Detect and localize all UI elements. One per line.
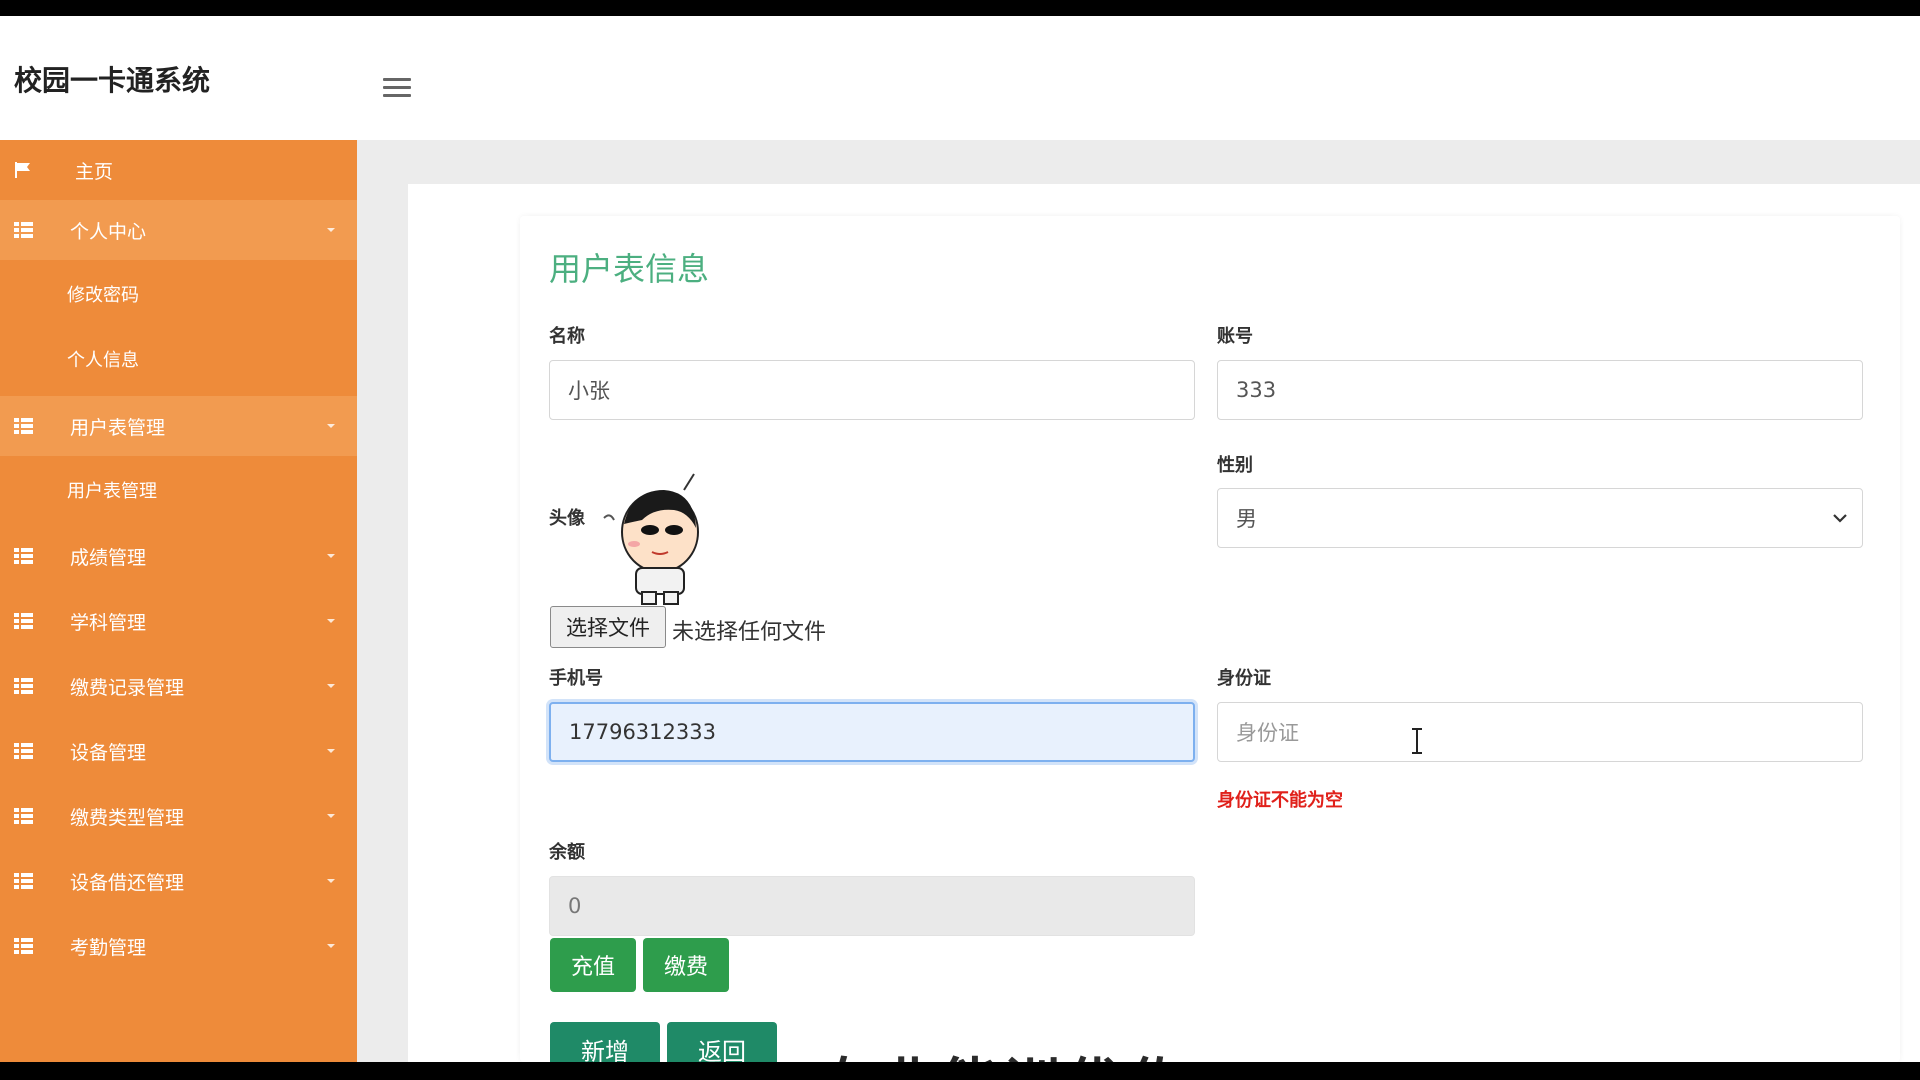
balance-value: 0 (568, 894, 582, 918)
chevron-down-icon (327, 879, 335, 883)
sidebar-item-user-table[interactable]: 用户表管理 (0, 460, 357, 520)
id-card-placeholder: 身份证 (1236, 721, 1299, 745)
chevron-down-icon (327, 424, 335, 428)
sidebar-item-label: 设备管理 (70, 741, 147, 764)
gender-label: 性别 (1217, 455, 1253, 476)
name-label: 名称 (549, 326, 585, 347)
grid-icon (14, 222, 33, 238)
chevron-down-icon (327, 619, 335, 623)
back-button[interactable]: 返回 (667, 1022, 777, 1062)
sidebar-item-label: 缴费记录管理 (70, 676, 185, 699)
text-cursor-icon (1412, 728, 1422, 754)
avatar (603, 473, 699, 605)
sidebar-item-subjects[interactable]: 学科管理 (0, 591, 357, 651)
sidebar-item-device-borrow[interactable]: 设备借还管理 (0, 851, 357, 911)
balance-input: 0 (549, 876, 1195, 936)
sidebar-item-label: 个人信息 (67, 350, 139, 371)
grid-icon (14, 678, 33, 694)
grid-icon (14, 743, 33, 759)
avatar-label: 头像 (549, 508, 585, 529)
id-card-input[interactable]: 身份证 (1217, 702, 1863, 762)
sidebar-item-personal-info[interactable]: 个人信息 (0, 329, 357, 389)
grid-icon (14, 613, 33, 629)
sidebar-item-label: 用户表管理 (70, 416, 166, 439)
account-label: 账号 (1217, 326, 1253, 347)
chevron-down-icon (327, 944, 335, 948)
gender-select[interactable]: 男 (1217, 488, 1863, 548)
account-value: 333 (1236, 378, 1277, 402)
sidebar-item-label: 设备借还管理 (70, 871, 185, 894)
file-status-text: 未选择任何文件 (672, 620, 827, 645)
sidebar-item-label: 考勤管理 (70, 936, 147, 959)
sidebar-item-label: 修改密码 (67, 285, 139, 306)
gender-value: 男 (1236, 507, 1257, 531)
video-letterbox (0, 1062, 1920, 1080)
chevron-down-icon (327, 228, 335, 232)
sidebar-item-label: 成绩管理 (70, 546, 147, 569)
flag-icon (15, 162, 30, 178)
sidebar-item-label: 个人中心 (70, 220, 147, 243)
sidebar-item-payment-records[interactable]: 缴费记录管理 (0, 656, 357, 716)
top-header: 校园一卡通系统 (0, 16, 1920, 140)
sidebar-item-attendance[interactable]: 考勤管理 (0, 916, 357, 976)
chevron-down-icon (327, 814, 335, 818)
name-value: 小张 (568, 379, 610, 403)
grid-icon (14, 808, 33, 824)
sidebar-item-change-password[interactable]: 修改密码 (0, 264, 357, 324)
grid-icon (14, 418, 33, 434)
balance-label: 余额 (549, 842, 585, 863)
chevron-down-icon (327, 684, 335, 688)
sidebar: 主页 个人中心 修改密码 个人信息 用户表管理 用户表管理 成绩管理 学科管理 … (0, 140, 357, 1062)
chevron-down-icon (327, 749, 335, 753)
phone-input[interactable]: 17796312333 (549, 702, 1195, 762)
sidebar-item-label: 学科管理 (70, 611, 147, 634)
sidebar-item-devices[interactable]: 设备管理 (0, 721, 357, 781)
name-input[interactable]: 小张 (549, 360, 1195, 420)
chevron-down-icon (1833, 514, 1847, 523)
app-title: 校园一卡通系统 (14, 64, 211, 97)
app-window: 校园一卡通系统 主页 个人中心 修改密码 个人信息 用户表管理 用户表管理 成绩… (0, 16, 1920, 1062)
pay-button[interactable]: 缴费 (643, 938, 729, 992)
id-card-label: 身份证 (1217, 668, 1271, 689)
sidebar-item-grades[interactable]: 成绩管理 (0, 526, 357, 586)
sidebar-item-user-management[interactable]: 用户表管理 (0, 396, 357, 456)
account-input[interactable]: 333 (1217, 360, 1863, 420)
chevron-down-icon (327, 554, 335, 558)
phone-label: 手机号 (549, 668, 603, 689)
grid-icon (14, 548, 33, 564)
sidebar-item-home[interactable]: 主页 (0, 140, 357, 200)
phone-value: 17796312333 (569, 720, 716, 744)
choose-file-button[interactable]: 选择文件 (550, 606, 666, 648)
add-button[interactable]: 新增 (550, 1022, 660, 1062)
grid-icon (14, 873, 33, 889)
menu-toggle-icon[interactable] (383, 78, 411, 98)
sidebar-item-label: 主页 (75, 160, 114, 183)
grid-icon (14, 938, 33, 954)
sidebar-item-label: 用户表管理 (67, 481, 157, 502)
sidebar-item-payment-types[interactable]: 缴费类型管理 (0, 786, 357, 846)
sidebar-item-personal-center[interactable]: 个人中心 (0, 200, 357, 260)
id-card-error: 身份证不能为空 (1217, 790, 1343, 811)
video-overlay-caption: 专业能训优佐 (818, 1040, 1190, 1062)
sidebar-item-label: 缴费类型管理 (70, 806, 185, 829)
recharge-button[interactable]: 充值 (550, 938, 636, 992)
page-title: 用户表信息 (549, 250, 710, 288)
